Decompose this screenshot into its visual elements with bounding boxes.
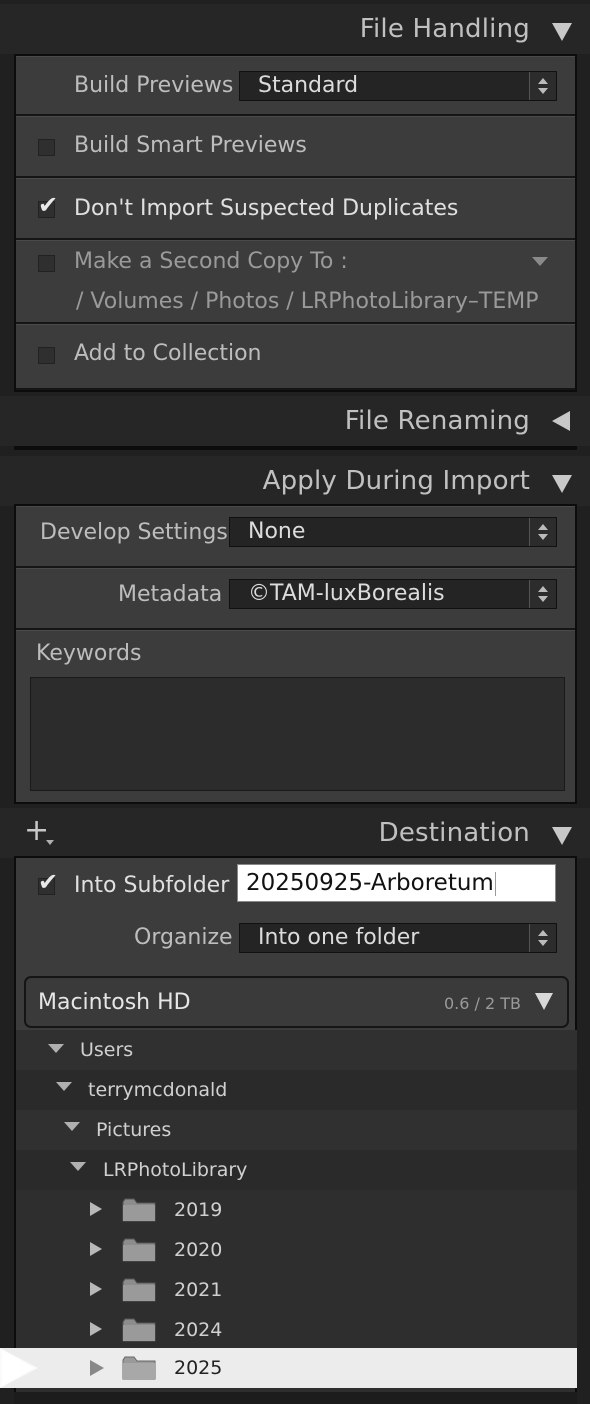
apply-during-import-panel: Develop Settings None Metadata ©TAM-luxB… bbox=[14, 504, 577, 804]
tree-label-folder: 2020 bbox=[174, 1239, 223, 1261]
file-handling-title: File Handling bbox=[359, 14, 530, 44]
develop-settings-value: None bbox=[248, 519, 306, 544]
tree-row-folder[interactable]: 2020 bbox=[16, 1230, 577, 1270]
tree-row-folder[interactable]: 2021 bbox=[16, 1270, 577, 1310]
apply-during-import-header[interactable]: Apply During Import bbox=[0, 456, 590, 506]
collapsed-triangle-icon[interactable] bbox=[90, 1202, 102, 1216]
second-copy-row: Make a Second Copy To : / Volumes / Phot… bbox=[16, 240, 575, 324]
second-copy-label: Make a Second Copy To : bbox=[74, 249, 348, 274]
develop-settings-select[interactable]: None bbox=[229, 517, 557, 547]
text-cursor bbox=[494, 871, 496, 896]
metadata-row: Metadata ©TAM-luxBorealis bbox=[16, 568, 575, 630]
tree-row-pictures[interactable]: Pictures bbox=[16, 1110, 577, 1150]
tree-row-folder[interactable]: 2024 bbox=[16, 1310, 577, 1350]
updown-arrows-icon bbox=[529, 518, 556, 546]
collapsed-triangle-icon[interactable] bbox=[90, 1242, 102, 1256]
tree-label-folder-selected: 2025 bbox=[174, 1357, 223, 1379]
build-previews-row: Build Previews Standard bbox=[16, 56, 575, 116]
collapse-triangle-icon[interactable] bbox=[552, 23, 572, 41]
plus-menu-arrow-icon[interactable] bbox=[46, 840, 54, 845]
build-previews-select[interactable]: Standard bbox=[239, 71, 557, 101]
updown-arrows-icon bbox=[529, 924, 556, 952]
second-copy-path: / Volumes / Photos / LRPhotoLibrary–TEMP bbox=[76, 289, 539, 314]
checkmark-icon: ✔ bbox=[38, 868, 59, 896]
panel-bottom bbox=[14, 1392, 577, 1404]
metadata-select[interactable]: ©TAM-luxBorealis bbox=[229, 579, 557, 609]
subfolder-name-value: 20250925-Arboretum bbox=[246, 870, 494, 896]
expanded-triangle-icon[interactable] bbox=[56, 1082, 72, 1091]
file-renaming-title: File Renaming bbox=[344, 406, 530, 436]
organize-row: Organize Into one folder bbox=[16, 918, 575, 970]
develop-settings-row: Develop Settings None bbox=[16, 506, 575, 568]
destination-title: Destination bbox=[378, 818, 530, 848]
build-previews-value: Standard bbox=[258, 73, 359, 98]
dont-import-duplicates-row: ✔ Don't Import Suspected Duplicates bbox=[16, 178, 575, 240]
tree-row-folder[interactable]: 2019 bbox=[16, 1190, 577, 1230]
metadata-label: Metadata bbox=[118, 582, 223, 607]
collapsed-triangle-icon[interactable] bbox=[90, 1322, 102, 1336]
collapse-triangle-icon[interactable] bbox=[552, 475, 572, 493]
collapsed-triangle-icon[interactable] bbox=[90, 1282, 102, 1296]
folder-icon bbox=[122, 1237, 156, 1267]
folder-icon bbox=[122, 1197, 156, 1227]
build-smart-previews-checkbox[interactable] bbox=[38, 139, 55, 156]
volume-collapse-icon[interactable] bbox=[535, 993, 553, 1010]
file-handling-panel: Build Previews Standard Build Smart Prev… bbox=[14, 54, 577, 392]
into-subfolder-row: ✔ Into Subfolder 20250925-Arboretum bbox=[16, 858, 575, 918]
updown-arrows-icon bbox=[529, 580, 556, 608]
tree-label-folder: 2019 bbox=[174, 1199, 223, 1221]
expand-triangle-icon[interactable] bbox=[552, 411, 570, 431]
add-to-collection-label: Add to Collection bbox=[74, 341, 262, 366]
dropdown-arrow-icon[interactable] bbox=[532, 257, 548, 266]
add-to-collection-checkbox[interactable] bbox=[38, 347, 55, 364]
tree-label-pictures: Pictures bbox=[96, 1119, 172, 1141]
expanded-triangle-icon[interactable] bbox=[70, 1162, 86, 1171]
organize-label: Organize bbox=[134, 925, 233, 950]
tree-label-user: terrymcdonald bbox=[88, 1079, 228, 1101]
organize-select[interactable]: Into one folder bbox=[239, 923, 557, 953]
tree-row-users[interactable]: Users bbox=[16, 1030, 577, 1070]
develop-settings-label: Develop Settings bbox=[40, 520, 228, 545]
build-smart-previews-label: Build Smart Previews bbox=[74, 133, 307, 158]
checkmark-icon: ✔ bbox=[38, 191, 59, 219]
tree-label-users: Users bbox=[80, 1039, 134, 1061]
expanded-triangle-icon[interactable] bbox=[48, 1044, 64, 1053]
tree-row-library[interactable]: LRPhotoLibrary bbox=[16, 1150, 577, 1190]
collapsed-triangle-icon[interactable] bbox=[90, 1360, 104, 1376]
tree-label-folder: 2021 bbox=[174, 1279, 223, 1301]
collapsed-panel-divider bbox=[14, 446, 577, 450]
file-handling-header[interactable]: File Handling bbox=[0, 4, 590, 54]
into-subfolder-label: Into Subfolder bbox=[74, 873, 230, 898]
volume-name: Macintosh HD bbox=[38, 990, 191, 1015]
organize-value: Into one folder bbox=[258, 925, 420, 950]
into-subfolder-checkbox[interactable]: ✔ bbox=[38, 870, 58, 895]
tree-label-library: LRPhotoLibrary bbox=[103, 1159, 248, 1181]
volume-header[interactable]: Macintosh HD 0.6 / 2 TB bbox=[24, 976, 569, 1028]
collapse-triangle-icon[interactable] bbox=[552, 827, 572, 845]
folder-icon bbox=[122, 1277, 156, 1307]
keywords-label: Keywords bbox=[36, 641, 142, 666]
build-previews-label: Build Previews bbox=[74, 73, 234, 98]
folder-icon bbox=[122, 1317, 156, 1347]
updown-arrows-icon bbox=[529, 72, 556, 100]
build-smart-previews-row: Build Smart Previews bbox=[16, 116, 575, 178]
dont-import-duplicates-label: Don't Import Suspected Duplicates bbox=[74, 196, 459, 221]
subfolder-name-input[interactable]: 20250925-Arboretum bbox=[237, 864, 556, 902]
keywords-row: Keywords bbox=[16, 630, 575, 802]
volume-usage: 0.6 / 2 TB bbox=[443, 994, 521, 1013]
metadata-value: ©TAM-luxBorealis bbox=[248, 581, 445, 606]
selection-pointer-inner bbox=[2, 1350, 34, 1386]
folder-icon bbox=[122, 1355, 156, 1385]
destination-header[interactable]: + Destination bbox=[0, 808, 590, 858]
second-copy-checkbox[interactable] bbox=[38, 255, 55, 272]
tree-row-user[interactable]: terrymcdonald bbox=[16, 1070, 577, 1110]
file-renaming-header[interactable]: File Renaming bbox=[0, 396, 590, 446]
tree-label-folder: 2024 bbox=[174, 1319, 223, 1341]
add-to-collection-row: Add to Collection bbox=[16, 324, 575, 390]
apply-during-import-title: Apply During Import bbox=[262, 466, 530, 496]
dont-import-duplicates-checkbox[interactable]: ✔ bbox=[38, 193, 58, 218]
expanded-triangle-icon[interactable] bbox=[64, 1122, 80, 1131]
tree-row-selected[interactable]: 2025 bbox=[0, 1348, 577, 1388]
keywords-textarea[interactable] bbox=[30, 677, 565, 791]
